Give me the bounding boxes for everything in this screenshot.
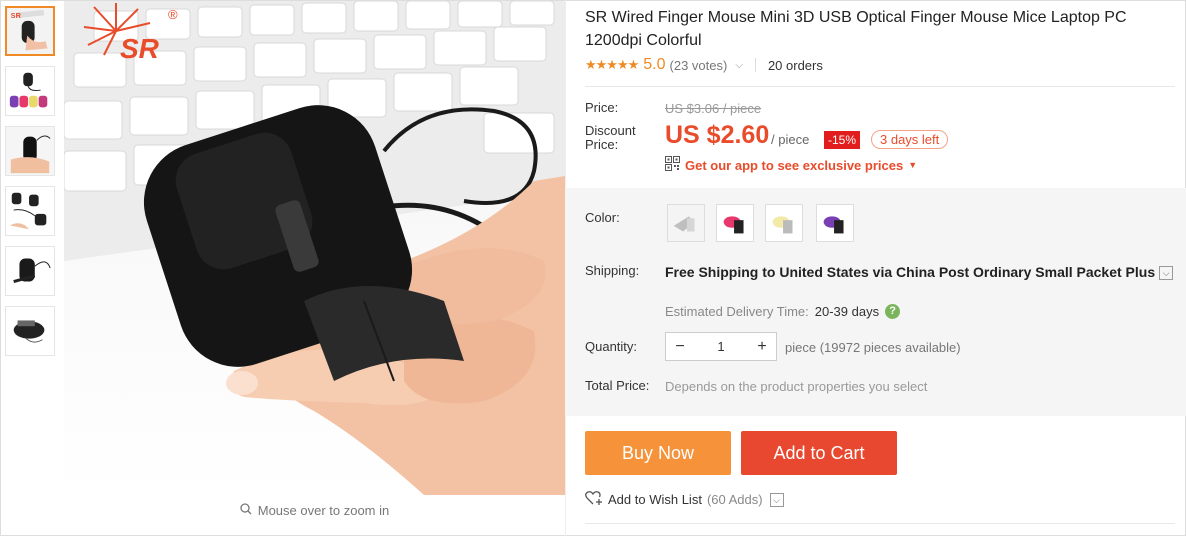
qr-code-icon (665, 156, 680, 174)
color-swatch-silver[interactable] (667, 204, 705, 242)
chevron-down-icon[interactable]: ⌵ (769, 492, 784, 507)
thumbnail-2[interactable] (5, 66, 55, 116)
color-swatch-pink[interactable] (716, 204, 754, 242)
thumbnail-5[interactable] (5, 246, 55, 296)
thumbnail-1[interactable]: SR (5, 6, 55, 56)
shipping-label: Shipping: (585, 263, 640, 278)
wish-list-label: Add to Wish List (608, 492, 702, 507)
zoom-hint-text: Mouse over to zoom in (257, 503, 390, 518)
magnifier-icon (240, 503, 252, 518)
quantity-input[interactable] (694, 339, 748, 354)
main-product-image[interactable]: SR ® (64, 1, 565, 495)
rating-row: ★★★★★ 5.0 (23 votes) ⌵ 20 orders (585, 56, 823, 74)
color-label: Color: (585, 210, 620, 225)
increase-quantity-button[interactable]: + (748, 333, 776, 360)
add-to-cart-button[interactable]: Add to Cart (741, 431, 897, 475)
quantity-stepper: − + (665, 332, 777, 361)
logo-text: SR (120, 33, 160, 64)
decrease-quantity-button[interactable]: − (666, 333, 694, 360)
total-price-label: Total Price: (585, 378, 650, 393)
thumbnail-strip: SR (5, 6, 57, 366)
delivery-days: 20-39 days (814, 304, 880, 319)
discount-label-line2: Price: (585, 137, 619, 152)
discount-label-line1: Discount (585, 123, 636, 138)
shipping-method-text: Free Shipping to United States via China… (665, 264, 1156, 280)
thumbnail-4[interactable] (5, 186, 55, 236)
quantity-label: Quantity: (585, 339, 638, 354)
zoom-hint: Mouse over to zoom in (64, 503, 565, 518)
buy-now-button[interactable]: Buy Now (585, 431, 731, 475)
separator (585, 523, 1175, 524)
star-rating-icon: ★★★★★ (585, 57, 639, 72)
per-piece-unit: / piece (771, 132, 810, 147)
chevron-down-icon[interactable]: ⌵ (1159, 266, 1174, 281)
product-title: SR Wired Finger Mouse Mini 3D USB Optica… (585, 9, 1127, 49)
days-left-badge: 3 days left (871, 130, 949, 149)
wish-list-count: (60 Adds) (706, 492, 763, 507)
votes-count[interactable]: (23 votes) (670, 58, 728, 73)
color-swatch-yellow[interactable] (765, 204, 803, 242)
divider (754, 58, 756, 72)
caret-down-icon: ▼ (908, 160, 918, 170)
registered-mark: ® (168, 7, 178, 22)
thumbnail-3[interactable] (5, 126, 55, 176)
heart-plus-icon (585, 490, 603, 509)
app-prices-text: Get our app to see exclusive prices (685, 157, 904, 173)
orders-count: 20 orders (767, 57, 823, 73)
original-price: US $3.06 / piece (665, 101, 762, 116)
price-label: Price: (585, 100, 619, 115)
color-swatch-purple[interactable] (816, 204, 854, 242)
availability-text: piece (19972 pieces available) (785, 340, 961, 355)
app-prices-link[interactable]: Get our app to see exclusive prices ▼ (665, 156, 917, 174)
thumbnail-6[interactable] (5, 306, 55, 356)
total-price-note: Depends on the product properties you se… (665, 379, 928, 394)
svg-text:SR: SR (11, 11, 22, 20)
discount-price: US $2.60 (665, 121, 770, 149)
discount-badge: -15% (824, 131, 861, 149)
chevron-down-icon[interactable]: ⌵ (735, 60, 743, 71)
help-icon[interactable]: ? (885, 304, 901, 319)
rating-score: 5.0 (643, 56, 666, 73)
separator (585, 86, 1175, 87)
delivery-estimate: Estimated Delivery Time: 20-39 days ? (665, 304, 901, 319)
shipping-method[interactable]: Free Shipping to United States via China… (665, 263, 1180, 282)
add-to-wish-list[interactable]: Add to Wish List (60 Adds) ⌵ (585, 490, 784, 509)
delivery-label: Estimated Delivery Time: (665, 304, 809, 319)
